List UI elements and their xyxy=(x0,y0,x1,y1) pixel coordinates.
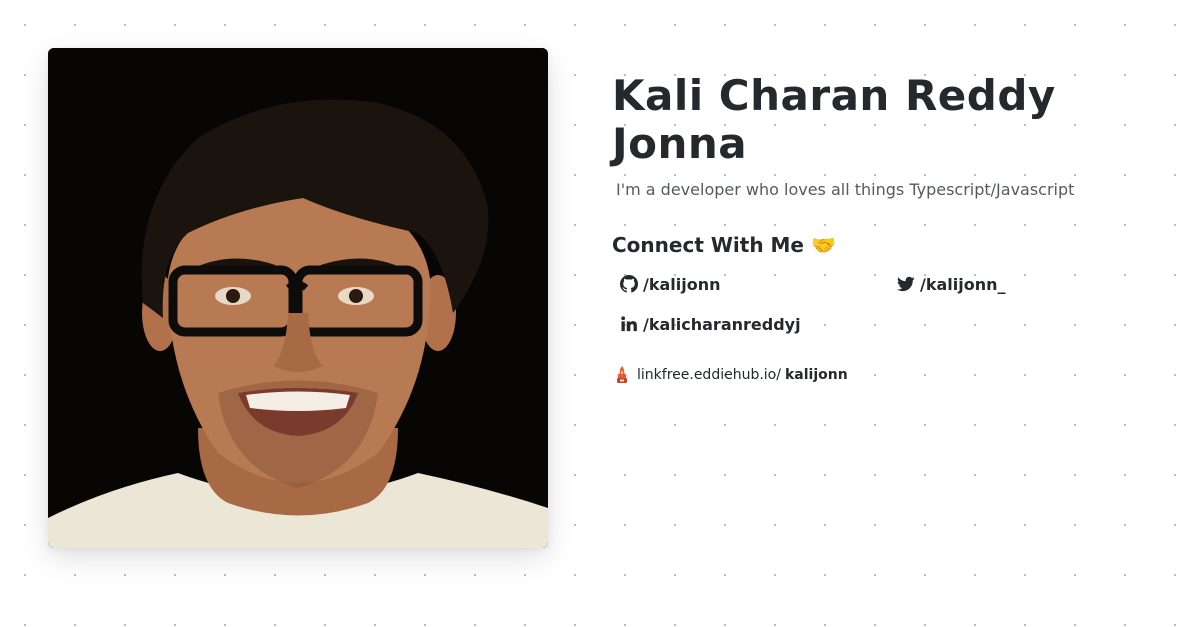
og-card: Kali Charan Reddy Jonna I'm a developer … xyxy=(0,0,1200,627)
social-links: /kalijonn /kalijonn_ /kalicharanreddyj xyxy=(620,273,1172,335)
linkfree-handle: kalijonn xyxy=(784,367,848,383)
profile-tagline: I'm a developer who loves all things Typ… xyxy=(616,180,1075,199)
linkedin-link-label: /kalicharanreddyj xyxy=(643,314,801,334)
linkedin-link[interactable]: /kalicharanreddyj xyxy=(620,313,897,335)
github-icon xyxy=(620,275,638,293)
twitter-link-label: /kalijonn_ xyxy=(920,274,1006,294)
connect-title: Connect With Me 🤝 xyxy=(612,233,836,257)
linkfree-domain: linkfree.eddiehub.io/ xyxy=(637,367,781,383)
profile-info: Kali Charan Reddy Jonna I'm a developer … xyxy=(612,72,1172,385)
twitter-link[interactable]: /kalijonn_ xyxy=(897,273,1137,295)
twitter-icon xyxy=(897,275,915,293)
linkedin-icon xyxy=(620,315,638,333)
profile-name: Kali Charan Reddy Jonna xyxy=(612,71,1056,168)
profile-photo xyxy=(48,48,548,548)
github-link[interactable]: /kalijonn xyxy=(620,273,897,295)
linkfree-footer[interactable]: linkfree.eddiehub.io/ kalijonn xyxy=(614,365,1172,385)
linkfree-logo-icon xyxy=(614,365,630,385)
github-link-label: /kalijonn xyxy=(643,274,721,294)
